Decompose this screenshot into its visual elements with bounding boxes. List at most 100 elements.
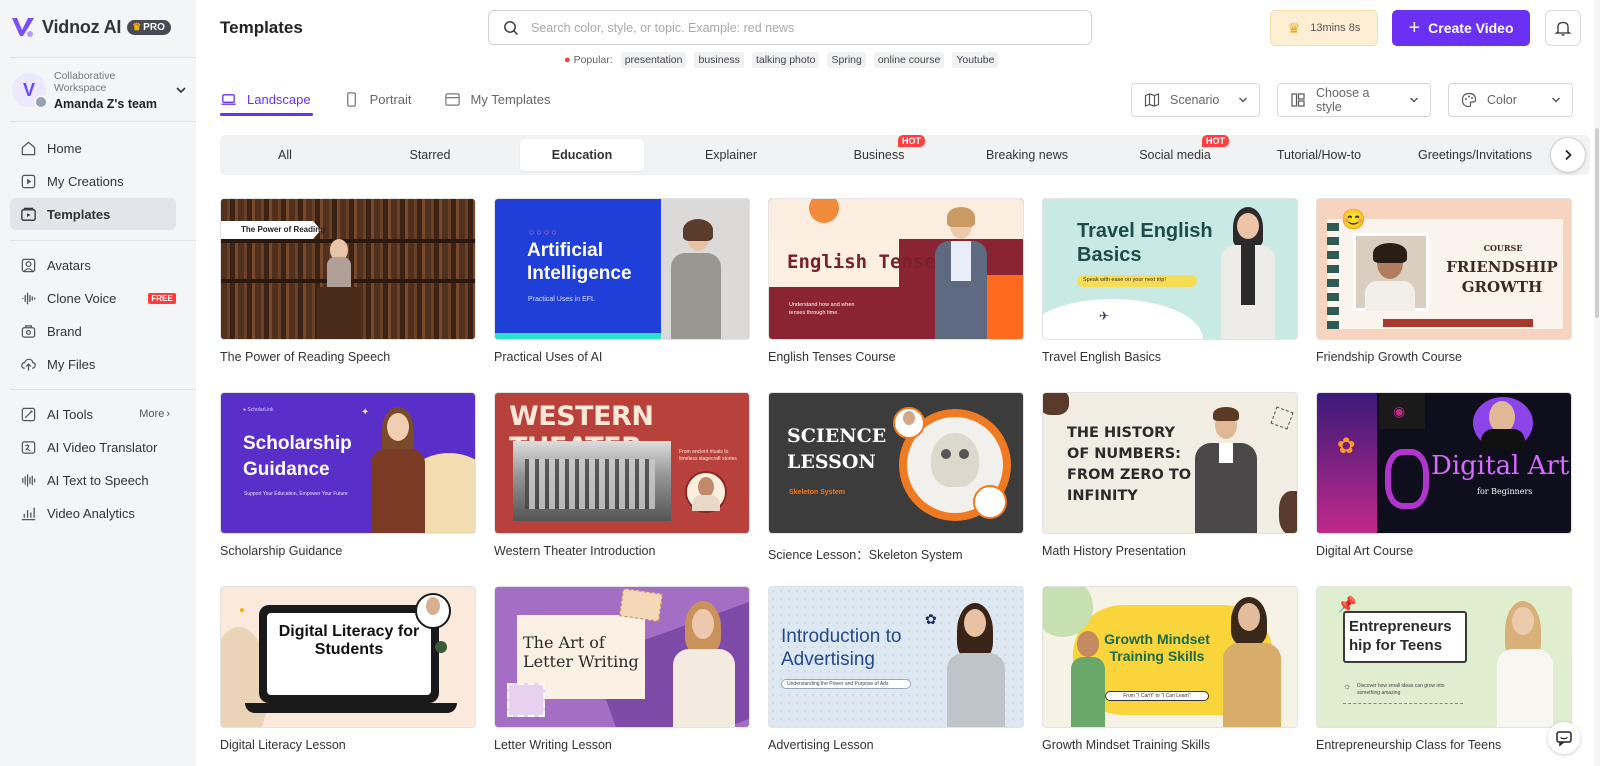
sidebar-item-my-files[interactable]: My Files xyxy=(10,348,176,380)
template-thumbnail[interactable]: ✿ ◉ Digital Art for Beginners xyxy=(1316,392,1572,534)
notifications-button[interactable] xyxy=(1545,10,1581,46)
brand-logo[interactable]: Vidnoz AI ♛ PRO xyxy=(10,14,171,40)
phone-icon xyxy=(346,91,356,107)
sidebar-item-clone-voice[interactable]: Clone Voice FREE xyxy=(10,282,176,314)
template-thumbnail[interactable]: English Tenses Understand how and when t… xyxy=(768,198,1024,340)
category-next-button[interactable] xyxy=(1550,137,1586,173)
popular-tag[interactable]: online course xyxy=(873,52,945,68)
sidebar-item-video-analytics[interactable]: Video Analytics xyxy=(10,497,176,529)
scenario-dropdown[interactable]: Scenario xyxy=(1131,83,1260,117)
chevron-right-icon xyxy=(1565,149,1572,161)
template-thumbnail[interactable]: The Power of Reading xyxy=(220,198,476,340)
thumb-text: Digital Art xyxy=(1431,451,1570,481)
thumb-sub: Understand how and when tenses through t… xyxy=(789,302,855,316)
category-greetings[interactable]: Greetings/Invitations xyxy=(1390,139,1560,171)
style-dropdown[interactable]: Choose a style xyxy=(1277,83,1431,117)
template-card[interactable]: THE HISTORY OF NUMBERS: FROM ZERO TO INF… xyxy=(1042,392,1298,558)
popular-tag[interactable]: business xyxy=(694,52,744,68)
workspace-avatar: V xyxy=(12,73,48,109)
category-explainer[interactable]: Explainer xyxy=(666,139,796,171)
scrollbar-track[interactable] xyxy=(1594,0,1600,766)
popular-tag[interactable]: Youtube xyxy=(952,52,999,68)
template-title: Scholarship Guidance xyxy=(220,544,343,558)
scrollbar-thumb[interactable] xyxy=(1595,128,1599,318)
waveform-icon xyxy=(22,292,36,304)
template-card[interactable]: English Tenses Understand how and when t… xyxy=(768,198,1024,364)
template-card[interactable]: Digital Literacy for Students ● Digital … xyxy=(220,586,476,752)
category-starred[interactable]: Starred xyxy=(365,139,495,171)
template-thumbnail[interactable]: WESTERN THEATER From ancient rituals to … xyxy=(494,392,750,534)
color-dropdown[interactable]: Color xyxy=(1448,83,1573,117)
template-card[interactable]: ○○○○ Artificial Intelligence Practical U… xyxy=(494,198,750,364)
template-card[interactable]: ✿ ◉ Digital Art for Beginners Digital Ar… xyxy=(1316,392,1572,558)
thumb-sub: for Beginners xyxy=(1477,487,1533,496)
template-title: Practical Uses of AI xyxy=(494,350,603,364)
template-card[interactable]: ✦ ● ScholarLink Scholarship Guidance Sup… xyxy=(220,392,476,558)
tab-landscape[interactable]: Landscape xyxy=(220,84,313,116)
sidebar-item-home[interactable]: Home xyxy=(10,132,176,164)
plan-timer[interactable]: ♛ 13mins 8s xyxy=(1270,10,1378,46)
sidebar-item-ai-text-to-speech[interactable]: AI Text to Speech xyxy=(10,464,176,496)
category-social-media[interactable]: Social media HOT xyxy=(1110,135,1240,171)
template-thumbnail[interactable]: 📌 Entrepreneurs hip for Teens ☼ Discover… xyxy=(1316,586,1572,728)
sidebar-item-brand[interactable]: Brand xyxy=(10,315,176,347)
template-thumbnail[interactable]: ✦ ● ScholarLink Scholarship Guidance Sup… xyxy=(220,392,476,534)
template-card[interactable]: The Art of Letter Writing Letter Writing… xyxy=(494,586,750,752)
search-input[interactable] xyxy=(531,20,1091,35)
thumb-text: FRIENDSHIP GROWTH xyxy=(1446,258,1558,296)
category-breaking-news[interactable]: Breaking news xyxy=(962,139,1092,171)
chevron-down-icon xyxy=(1410,97,1418,103)
create-video-button[interactable]: + Create Video xyxy=(1392,10,1530,46)
scenario-label: Scenario xyxy=(1170,93,1220,107)
tab-my-templates[interactable]: My Templates xyxy=(444,84,553,114)
sidebar-item-templates[interactable]: Templates xyxy=(10,198,176,230)
template-card[interactable]: The Power of Reading The Power of Readin… xyxy=(220,198,476,364)
template-card[interactable]: SCIENCE LESSON Skeleton System Science L… xyxy=(768,392,1024,563)
template-title: Letter Writing Lesson xyxy=(494,738,612,752)
template-thumbnail[interactable]: Growth Mindset Training Skills From "I C… xyxy=(1042,586,1298,728)
tab-portrait[interactable]: Portrait xyxy=(343,84,414,114)
template-title: Advertising Lesson xyxy=(768,738,874,752)
home-icon xyxy=(21,141,36,155)
template-title: Western Theater Introduction xyxy=(494,544,656,558)
popular-tag[interactable]: presentation xyxy=(620,52,687,68)
template-thumbnail[interactable]: Introduction to Advertising Understandin… xyxy=(768,586,1024,728)
support-chat-button[interactable] xyxy=(1548,722,1580,754)
template-thumbnail[interactable]: ○○○○ Artificial Intelligence Practical U… xyxy=(494,198,750,340)
category-label: Business xyxy=(853,148,905,162)
template-thumbnail[interactable]: SCIENCE LESSON Skeleton System xyxy=(768,392,1024,534)
category-label: Education xyxy=(551,148,613,162)
template-title: Digital Literacy Lesson xyxy=(220,738,346,752)
template-thumbnail[interactable]: 😊 COURSE FRIENDSHIP GROWTH xyxy=(1316,198,1572,340)
sidebar-item-ai-tools[interactable]: AI Tools More › xyxy=(10,398,176,430)
template-card[interactable]: WESTERN THEATER From ancient rituals to … xyxy=(494,392,750,558)
pro-badge-label: PRO xyxy=(143,21,165,33)
template-title: Growth Mindset Training Skills xyxy=(1042,738,1211,752)
category-label: Starred xyxy=(409,148,451,162)
template-thumbnail[interactable]: The Art of Letter Writing xyxy=(494,586,750,728)
sidebar-item-ai-video-translator[interactable]: AI Video Translator xyxy=(10,431,176,463)
template-title: Friendship Growth Course xyxy=(1316,350,1462,364)
category-business[interactable]: Business HOT xyxy=(814,135,944,171)
template-card[interactable]: 😊 COURSE FRIENDSHIP GROWTH Friendship Gr… xyxy=(1316,198,1572,364)
category-tutorial[interactable]: Tutorial/How-to xyxy=(1254,139,1384,171)
popular-tag[interactable]: Spring xyxy=(827,52,866,68)
template-thumbnail[interactable]: THE HISTORY OF NUMBERS: FROM ZERO TO INF… xyxy=(1042,392,1298,534)
template-thumbnail[interactable]: Digital Literacy for Students ● xyxy=(220,586,476,728)
template-card[interactable]: 📌 Entrepreneurs hip for Teens ☼ Discover… xyxy=(1316,586,1572,752)
popular-tag[interactable]: talking photo xyxy=(751,52,820,68)
more-label: More xyxy=(139,408,165,420)
category-education[interactable]: Education xyxy=(520,139,644,171)
more-tools-link[interactable]: More › xyxy=(139,408,170,420)
template-thumbnail[interactable]: Travel English Basics Speak with ease on… xyxy=(1042,198,1298,340)
template-card[interactable]: Growth Mindset Training Skills From "I C… xyxy=(1042,586,1298,752)
template-card[interactable]: Travel English Basics Speak with ease on… xyxy=(1042,198,1298,364)
search-bar[interactable] xyxy=(488,10,1092,45)
popular-label-text: Popular: xyxy=(573,54,613,66)
template-card[interactable]: Introduction to Advertising Understandin… xyxy=(768,586,1024,752)
ai-tools-icon xyxy=(21,407,36,421)
workspace-switcher[interactable]: V Collaborative Workspace Amanda Z's tea… xyxy=(12,70,188,111)
sidebar-item-avatars[interactable]: Avatars xyxy=(10,249,176,281)
category-all[interactable]: All xyxy=(220,139,350,171)
sidebar-item-my-creations[interactable]: My Creations xyxy=(10,165,176,197)
